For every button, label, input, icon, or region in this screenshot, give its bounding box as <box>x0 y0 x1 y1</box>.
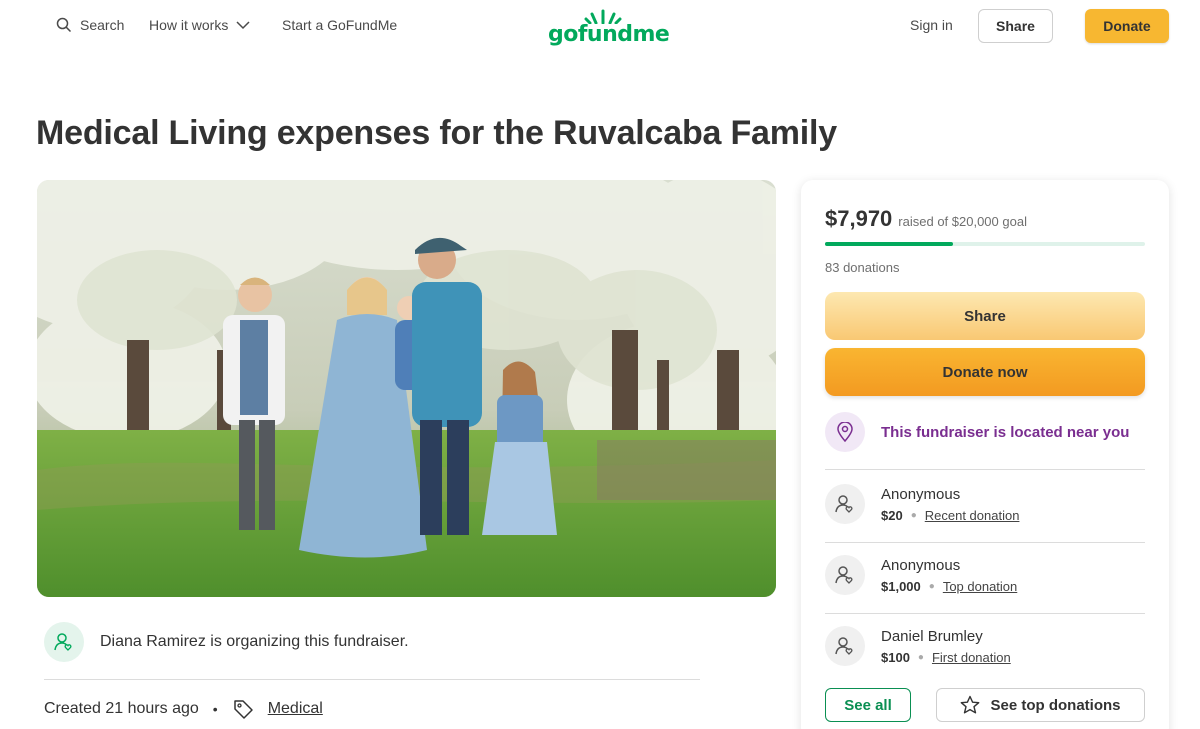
top-nav: Search How it works Start a GoFundMe gof… <box>0 0 1200 52</box>
donor-tag-link[interactable]: Recent donation <box>925 508 1020 523</box>
how-it-works-menu[interactable]: How it works <box>149 17 250 33</box>
search-link[interactable]: Search <box>56 17 124 33</box>
organizer-avatar <box>44 622 84 662</box>
search-icon <box>56 17 72 33</box>
donor-item: Anonymous $1,000 ● Top donation <box>825 555 1017 595</box>
start-gofundme-link[interactable]: Start a GoFundMe <box>282 17 397 33</box>
raised-summary: $7,970 raised of $20,000 goal <box>825 206 1027 232</box>
raised-amount: $7,970 <box>825 206 893 231</box>
search-label: Search <box>80 17 125 33</box>
donor-name: Daniel Brumley <box>881 627 983 645</box>
donor-name: Anonymous <box>881 485 961 503</box>
campaign-meta: Created 21 hours ago • Medical <box>44 698 323 720</box>
donation-card: $7,970 raised of $20,000 goal 83 donatio… <box>801 180 1169 729</box>
donor-tag-link[interactable]: Top donation <box>943 579 1017 594</box>
location-pin-icon <box>837 422 853 442</box>
donor-avatar <box>825 484 865 524</box>
user-heart-icon <box>835 566 853 584</box>
separator-dot: ● <box>910 509 917 521</box>
donor-info: Anonymous $20 ● Recent donation <box>881 486 1019 523</box>
sign-in-link[interactable]: Sign in <box>910 17 953 33</box>
donor-avatar <box>825 626 865 666</box>
progress-bar <box>825 242 1145 246</box>
donor-item: Daniel Brumley $100 ● First donation <box>825 626 1011 666</box>
separator-dot: ● <box>928 580 935 592</box>
header-donate-button[interactable]: Donate <box>1085 9 1169 43</box>
star-icon <box>961 695 980 714</box>
separator-dot: • <box>212 701 218 717</box>
organizer-text: Diana Ramirez is organizing this fundrai… <box>100 633 409 650</box>
separator-dot: ● <box>917 651 924 663</box>
gofundme-logo[interactable]: gofundme <box>548 8 670 48</box>
donate-now-button[interactable]: Donate now <box>825 348 1145 396</box>
family-orchard-image <box>37 180 776 597</box>
donor-meta: $1,000 ● Top donation <box>881 579 1017 594</box>
campaign-photo <box>37 180 776 597</box>
donor-info: Anonymous $1,000 ● Top donation <box>881 557 1017 594</box>
divider <box>44 679 700 680</box>
campaign-title: Medical Living expenses for the Ruvalcab… <box>36 114 838 152</box>
donor-avatar <box>825 555 865 595</box>
category-link[interactable]: Medical <box>268 700 323 718</box>
see-top-donations-button[interactable]: See top donations <box>936 688 1145 722</box>
see-top-donations-label: See top donations <box>990 696 1121 714</box>
progress-fill <box>825 242 953 246</box>
location-notice: This fundraiser is located near you <box>825 412 1129 452</box>
donor-info: Daniel Brumley $100 ● First donation <box>881 628 1011 665</box>
donations-count: 83 donations <box>825 260 900 275</box>
header-share-button[interactable]: Share <box>978 9 1053 43</box>
how-it-works-label: How it works <box>149 17 229 33</box>
donor-meta: $20 ● Recent donation <box>881 508 1019 523</box>
donor-amount: $20 <box>881 507 903 523</box>
see-all-button[interactable]: See all <box>825 688 911 722</box>
user-heart-icon <box>54 633 72 651</box>
divider <box>825 613 1145 614</box>
created-text: Created 21 hours ago <box>44 700 199 717</box>
tag-icon <box>233 700 253 719</box>
start-gofundme-label: Start a GoFundMe <box>282 17 398 33</box>
location-icon-wrap <box>825 412 865 452</box>
donor-name: Anonymous <box>881 556 961 574</box>
user-heart-icon <box>835 495 853 513</box>
share-button[interactable]: Share <box>825 292 1145 340</box>
donor-tag-link[interactable]: First donation <box>932 650 1011 665</box>
logo-text: gofundme <box>548 22 670 47</box>
raised-goal: raised of $20,000 goal <box>898 214 1027 229</box>
donor-amount: $100 <box>881 649 910 665</box>
divider <box>825 469 1145 470</box>
divider <box>825 542 1145 543</box>
donor-amount: $1,000 <box>881 578 921 594</box>
user-heart-icon <box>835 637 853 655</box>
donor-item: Anonymous $20 ● Recent donation <box>825 484 1019 524</box>
organizer-row: Diana Ramirez is organizing this fundrai… <box>44 622 409 662</box>
donor-meta: $100 ● First donation <box>881 650 1011 665</box>
location-text: This fundraiser is located near you <box>881 423 1130 441</box>
chevron-down-icon <box>236 21 250 30</box>
